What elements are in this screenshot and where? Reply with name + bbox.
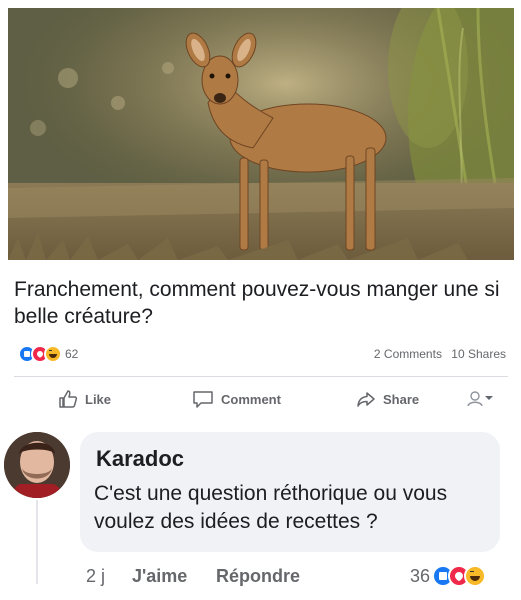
profile-icon: [467, 391, 483, 406]
comment-button[interactable]: Comment: [192, 388, 281, 410]
share-icon: [357, 392, 375, 407]
comment-author[interactable]: Karadoc: [96, 446, 184, 472]
comments-count[interactable]: 2 Comments: [374, 347, 442, 361]
avatar[interactable]: [4, 432, 70, 498]
comment-text: C'est une question réthorique ou vous vo…: [94, 482, 448, 533]
divider: [14, 376, 508, 377]
comment-actions: 2 j J'aime Répondre 36: [86, 565, 510, 589]
comment-like-button[interactable]: J'aime: [132, 566, 187, 587]
comment-timestamp[interactable]: 2 j: [86, 566, 105, 587]
like-button[interactable]: Like: [58, 388, 111, 410]
reaction-summary[interactable]: 62 2 Comments 10 Shares: [14, 344, 508, 364]
comment-reaction-count[interactable]: 36: [410, 566, 430, 587]
post-action-bar: Like Comment Share: [14, 384, 508, 412]
comment-bubble: Karadoc C'est une question réthorique ou…: [80, 432, 500, 552]
comment-label: Comment: [221, 391, 281, 407]
chevron-down-icon: [485, 396, 493, 400]
haha-reaction-icon: [44, 345, 62, 363]
like-label: Like: [85, 391, 112, 407]
comment-reply-button[interactable]: Répondre: [216, 566, 300, 587]
post-photo[interactable]: [8, 8, 514, 260]
comment-reaction-icons[interactable]: [432, 565, 502, 589]
avatar-photo: [4, 432, 70, 498]
audience-selector[interactable]: [466, 390, 494, 406]
haha-reaction-icon: [464, 565, 486, 587]
deer-illustration: [8, 8, 514, 260]
thread-line: [36, 500, 38, 584]
share-button[interactable]: Share: [356, 388, 419, 410]
shares-count[interactable]: 10 Shares: [451, 347, 506, 361]
thumbs-up-icon: [59, 390, 78, 408]
comments-shares: 2 Comments 10 Shares: [368, 347, 506, 361]
post-caption: Franchement, comment pouvez-vous manger …: [14, 278, 500, 328]
reaction-count[interactable]: 62: [65, 347, 78, 361]
comment-icon: [193, 391, 213, 408]
share-label: Share: [383, 391, 420, 407]
